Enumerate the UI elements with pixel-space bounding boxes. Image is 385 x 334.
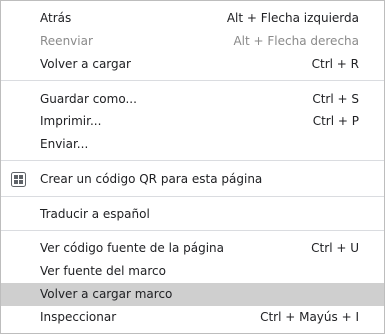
menu-item-shortcut: Ctrl + U [311,241,359,255]
menu-item-shortcut: Ctrl + P [312,114,359,128]
menu-item-shortcut: Ctrl + S [312,92,359,106]
menu-item-label: Imprimir... [40,114,102,128]
menu-item-reload[interactable]: Volver a cargar Ctrl + R [1,53,384,76]
menu-item-label: Guardar como... [40,92,137,106]
menu-item-label: Ver fuente del marco [40,264,166,278]
menu-item-label: Volver a cargar [40,57,131,71]
menu-item-shortcut: Ctrl + Mayús + I [260,310,359,324]
menu-item-label: Volver a cargar marco [40,287,173,301]
menu-item-shortcut: Alt + Flecha derecha [233,34,359,48]
context-menu: Atrás Alt + Flecha izquierda Reenviar Al… [0,0,385,334]
menu-item-inspect[interactable]: Inspeccionar Ctrl + Mayús + I [1,306,384,329]
menu-item-shortcut: Alt + Flecha izquierda [226,11,359,25]
menu-item-back[interactable]: Atrás Alt + Flecha izquierda [1,7,384,30]
menu-separator [1,160,384,161]
menu-separator [1,80,384,81]
menu-item-send[interactable]: Enviar... [1,133,384,156]
menu-item-label: Enviar... [40,137,89,151]
menu-item-forward: Reenviar Alt + Flecha derecha [1,30,384,53]
menu-item-label: Crear un código QR para esta página [40,172,263,186]
menu-item-view-frame-source[interactable]: Ver fuente del marco [1,260,384,283]
menu-item-view-source[interactable]: Ver código fuente de la página Ctrl + U [1,237,384,260]
menu-item-create-qr[interactable]: Crear un código QR para esta página [1,168,384,191]
menu-separator [1,230,384,231]
menu-item-shortcut: Ctrl + R [311,57,359,71]
menu-item-print[interactable]: Imprimir... Ctrl + P [1,110,384,133]
menu-item-translate[interactable]: Traducir a español [1,203,384,226]
menu-item-label: Ver código fuente de la página [40,241,224,255]
menu-item-label: Atrás [40,11,72,25]
menu-item-label: Inspeccionar [40,310,117,324]
menu-item-label: Traducir a español [40,207,150,221]
menu-item-label: Reenviar [40,34,93,48]
menu-item-save-as[interactable]: Guardar como... Ctrl + S [1,88,384,111]
menu-separator [1,196,384,197]
menu-item-reload-frame[interactable]: Volver a cargar marco [1,283,384,306]
qr-code-icon [11,172,26,187]
